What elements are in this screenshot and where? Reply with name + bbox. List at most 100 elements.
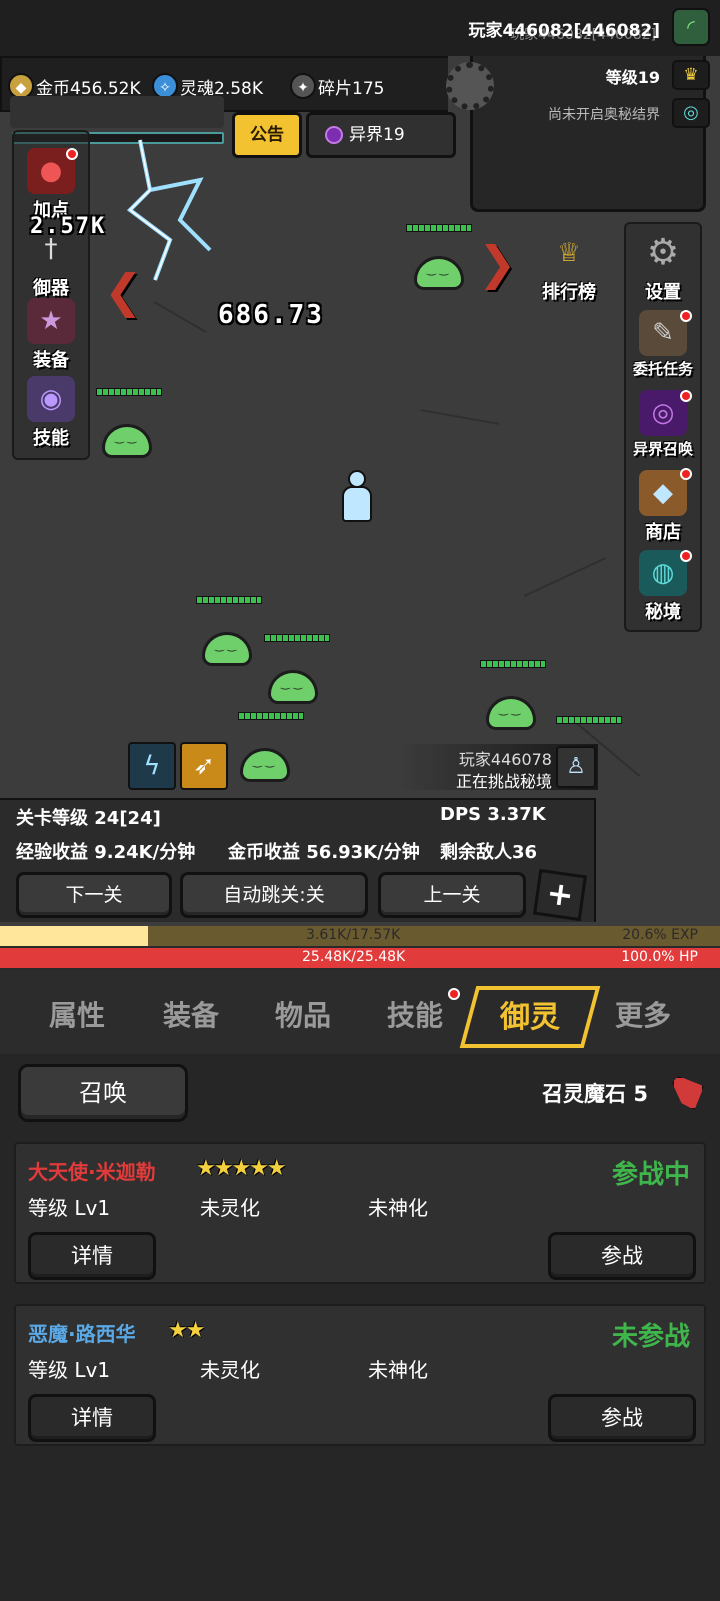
menu-settings[interactable]: ⚙ 设置: [624, 230, 702, 304]
spirit-level: 等级 Lv1: [28, 1358, 111, 1382]
skill-slot-arrow[interactable]: ➶: [180, 742, 228, 790]
menu-add-points[interactable]: ● 加点: [12, 148, 90, 222]
enemy-hp-bar: [556, 716, 622, 724]
menu-skills[interactable]: ◉ 技能: [12, 376, 90, 450]
fragment-value: 碎片175: [318, 78, 385, 99]
gold-value: 金币456.52K: [36, 78, 141, 99]
auto-skip-button[interactable]: 自动跳关:关: [180, 872, 368, 918]
spirit-name: 大天使·米迦勒: [28, 1160, 156, 1184]
damage-number: 686.73: [218, 300, 324, 330]
realm-row[interactable]: [10, 96, 224, 128]
portal-icon: [325, 126, 343, 144]
star-rating: ★★★★★: [196, 1156, 287, 1181]
tab-skills[interactable]: 技能: [360, 994, 470, 1034]
deploy-button[interactable]: 参战: [548, 1232, 696, 1280]
challenge-message: 正在挑战秘境: [455, 772, 552, 791]
fragment-icon: ✦: [290, 73, 316, 99]
menu-label: 商店: [645, 522, 681, 543]
notification-dot: [680, 468, 692, 480]
notification-dot: [680, 550, 692, 562]
damage-number: 2.57K: [30, 214, 107, 239]
spirit-name: 恶魔·路西华: [28, 1322, 136, 1346]
ground-crack: [523, 557, 607, 597]
otherworld-label: 异界19: [349, 125, 405, 145]
trophy-icon: ♕: [557, 238, 581, 268]
enemies-left: 剩余敌人36: [440, 842, 538, 863]
lightning-effect: [126, 139, 212, 281]
menu-label: 排行榜: [542, 282, 596, 303]
tab-items[interactable]: 物品: [248, 994, 358, 1034]
spirit-state: 未灵化: [200, 1196, 260, 1220]
summon-stone-count: 召灵魔石 5: [542, 1082, 648, 1106]
otherworld-button[interactable]: 异界19: [306, 112, 456, 158]
details-button[interactable]: 详情: [28, 1232, 156, 1280]
exp-income: 经验收益 9.24K/分钟: [16, 842, 196, 863]
next-stage-button[interactable]: 下一关: [16, 872, 172, 918]
enemy-hp-bar: [238, 712, 304, 720]
menu-otherworld-summon[interactable]: ◎ 异界召唤: [624, 390, 702, 459]
divine-state: 未神化: [368, 1358, 428, 1382]
summon-button[interactable]: 召唤: [18, 1064, 188, 1122]
spirit-card: 恶魔·路西华 ★★ 未参战 等级 Lv1 未灵化 未神化 详情 参战: [14, 1304, 706, 1446]
spiral-icon: ◎: [672, 98, 710, 128]
spirit-level: 等级 Lv1: [28, 1196, 111, 1220]
ground-crack: [420, 409, 500, 425]
menu-secret-realm[interactable]: ◍ 秘境: [624, 550, 702, 624]
player-panel[interactable]: [470, 56, 706, 212]
plus-icon[interactable]: +: [533, 868, 587, 922]
menu-label: 御器: [33, 278, 69, 299]
menu-equipment[interactable]: ★ 装备: [12, 298, 90, 372]
tab-attributes[interactable]: 属性: [22, 994, 132, 1034]
tab-spirits[interactable]: 御灵: [468, 992, 592, 1036]
spirit-card: 大天使·米迦勒 ★★★★★ 参战中 等级 Lv1 未灵化 未神化 详情 参战: [14, 1142, 706, 1284]
menu-label: 秘境: [645, 602, 681, 623]
hp-text: 25.48K/25.48K: [302, 949, 406, 965]
gold-income: 金币收益 56.93K/分钟: [228, 842, 420, 863]
spirit-state: 未灵化: [200, 1358, 260, 1382]
gear-icon: [446, 62, 494, 110]
skill-slot-lightning[interactable]: ϟ: [128, 742, 176, 790]
dps-value: DPS 3.37K: [440, 804, 546, 825]
enemy-hp-bar: [264, 634, 330, 642]
exp-percent: 20.6% EXP: [622, 927, 698, 943]
arrow-skill-icon: ➶: [193, 751, 215, 781]
menu-tasks[interactable]: ✎ 委托任务: [624, 310, 702, 379]
menu-label: 异界召唤: [632, 440, 693, 458]
deploy-button[interactable]: 参战: [548, 1394, 696, 1442]
menu-label: 设置: [645, 282, 681, 303]
soul-value: 灵魂2.58K: [180, 78, 263, 99]
menu-label: 委托任务: [632, 360, 693, 378]
menu-label: 装备: [33, 350, 69, 371]
divine-state: 未神化: [368, 1196, 428, 1220]
ground-crack: [153, 301, 207, 333]
hp-percent: 100.0% HP: [621, 949, 698, 965]
tab-equipment[interactable]: 装备: [136, 994, 246, 1034]
fragment-resource: ✦ 碎片175: [290, 73, 384, 99]
notification-dot: [66, 148, 78, 160]
menu-shop[interactable]: ◆ 商店: [624, 470, 702, 544]
notification-dot: [680, 310, 692, 322]
enemy-hp-bar: [480, 660, 546, 668]
player-character: [340, 470, 374, 526]
player-level: 等级19: [605, 68, 660, 87]
exp-bar: 3.61K/17.57K 20.6% EXP: [0, 926, 720, 946]
prev-stage-button[interactable]: 上一关: [378, 872, 526, 918]
details-button[interactable]: 详情: [28, 1394, 156, 1442]
player-body: [342, 486, 372, 522]
menu-leaderboard[interactable]: ♕ 排行榜: [530, 230, 608, 304]
class-icon[interactable]: ◜: [672, 8, 710, 46]
lightning-icon: ϟ: [143, 751, 161, 781]
notification-dot: [448, 988, 460, 1000]
notice-button[interactable]: 公告: [232, 112, 302, 158]
right-arrow-icon: ❯: [478, 236, 517, 290]
challenge-player: 玩家446078: [458, 750, 552, 769]
exp-bar-fill: [0, 926, 149, 946]
exp-text: 3.61K/17.57K: [306, 927, 401, 943]
tab-more[interactable]: 更多: [588, 994, 698, 1034]
gear-icon: ⚙: [646, 232, 680, 273]
spirit-status: 参战中: [611, 1160, 690, 1190]
notification-dot: [680, 390, 692, 402]
enemy-hp-bar: [96, 388, 162, 396]
enemy-hp-bar: [406, 224, 472, 232]
menu-label: 技能: [33, 428, 69, 449]
